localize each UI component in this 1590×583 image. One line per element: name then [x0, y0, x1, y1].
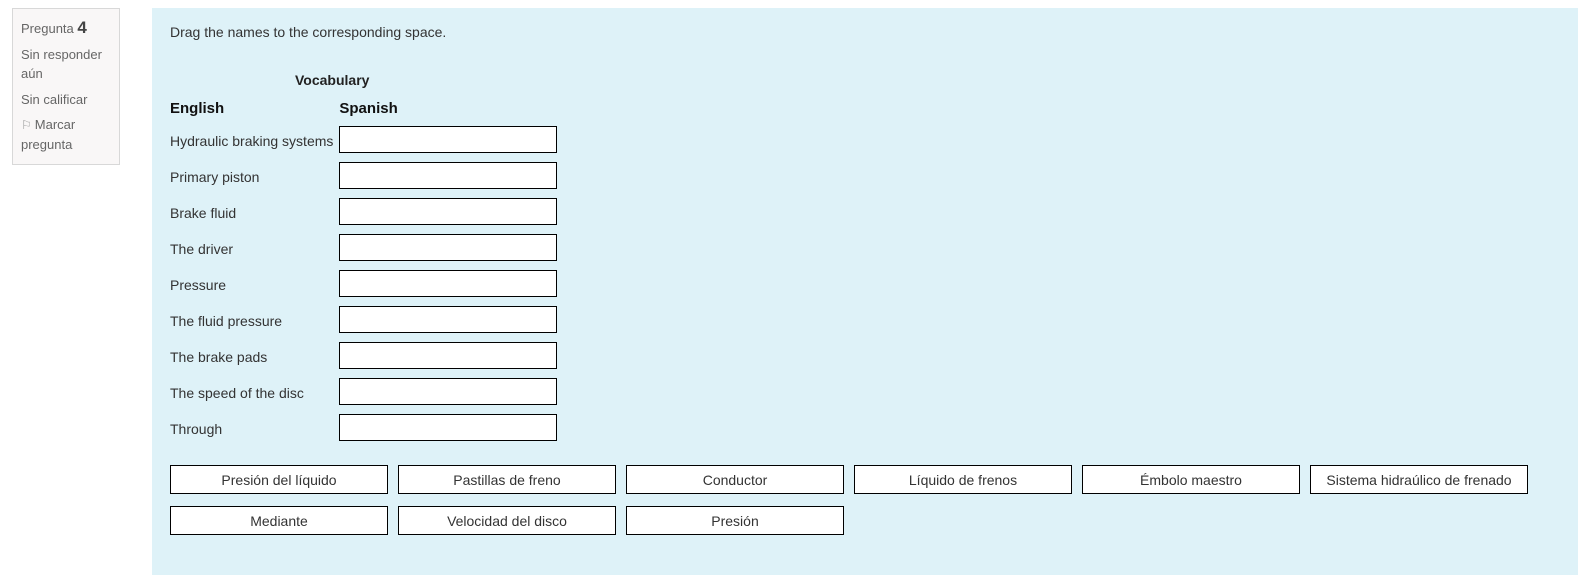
table-row: Brake fluid [170, 195, 563, 231]
question-state-grade: Sin calificar [21, 90, 111, 110]
question-number: 4 [77, 18, 86, 37]
question-info-box: Pregunta 4 Sin responder aún Sin calific… [12, 8, 120, 165]
question-label: Pregunta [21, 21, 74, 36]
vocab-table: English Spanish Hydraulic braking system… [170, 96, 563, 447]
dropzone[interactable] [339, 414, 557, 441]
table-row: Through [170, 411, 563, 447]
table-row: The speed of the disc [170, 375, 563, 411]
question-instruction: Drag the names to the corresponding spac… [170, 24, 1560, 40]
english-term: The driver [170, 231, 339, 267]
flag-icon: ⚐ [21, 116, 32, 134]
table-row: The driver [170, 231, 563, 267]
drag-row-1: Presión del líquido Pastillas de freno C… [170, 465, 1560, 494]
drag-row-2: Mediante Velocidad del disco Presión [170, 506, 1560, 535]
table-row: Primary piston [170, 159, 563, 195]
table-row: The fluid pressure [170, 303, 563, 339]
english-term: Pressure [170, 267, 339, 303]
english-term: The speed of the disc [170, 375, 339, 411]
drag-item[interactable]: Presión del líquido [170, 465, 388, 494]
drag-item[interactable]: Sistema hidraúlico de frenado [1310, 465, 1528, 494]
table-row: The brake pads [170, 339, 563, 375]
drag-item[interactable]: Conductor [626, 465, 844, 494]
english-term: The fluid pressure [170, 303, 339, 339]
dropzone[interactable] [339, 270, 557, 297]
english-term: Through [170, 411, 339, 447]
dropzone[interactable] [339, 306, 557, 333]
english-term: The brake pads [170, 339, 339, 375]
drag-item[interactable]: Velocidad del disco [398, 506, 616, 535]
dropzone[interactable] [339, 378, 557, 405]
question-state-unanswered: Sin responder aún [21, 45, 111, 84]
drag-item[interactable]: Mediante [170, 506, 388, 535]
dropzone[interactable] [339, 234, 557, 261]
dropzone[interactable] [339, 198, 557, 225]
dropzone[interactable] [339, 162, 557, 189]
vocab-heading: Vocabulary [295, 72, 1560, 88]
col-header-spanish: Spanish [339, 96, 563, 123]
table-row: Hydraulic braking systems [170, 123, 563, 159]
drag-item[interactable]: Líquido de frenos [854, 465, 1072, 494]
dropzone[interactable] [339, 342, 557, 369]
table-row: Pressure [170, 267, 563, 303]
english-term: Primary piston [170, 159, 339, 195]
question-panel: Drag the names to the corresponding spac… [152, 8, 1578, 575]
col-header-english: English [170, 96, 339, 123]
english-term: Brake fluid [170, 195, 339, 231]
drag-item[interactable]: Presión [626, 506, 844, 535]
drag-item[interactable]: Émbolo maestro [1082, 465, 1300, 494]
english-term: Hydraulic braking systems [170, 123, 339, 159]
flag-question-link[interactable]: ⚐Marcar pregunta [21, 115, 111, 154]
question-number-line: Pregunta 4 [21, 15, 111, 41]
dropzone[interactable] [339, 126, 557, 153]
drag-item[interactable]: Pastillas de freno [398, 465, 616, 494]
